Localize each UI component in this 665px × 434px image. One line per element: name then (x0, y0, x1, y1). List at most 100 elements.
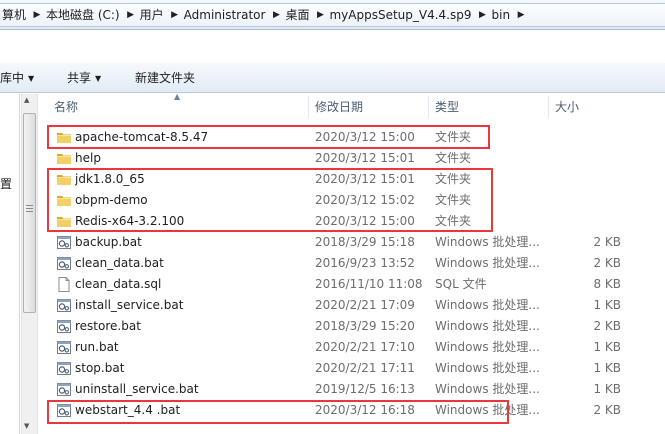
breadcrumb-bin[interactable]: bin (490, 4, 515, 26)
breadcrumb-arrow-icon[interactable]: ▶ (313, 4, 327, 26)
column-header-size[interactable]: 大小 (555, 97, 579, 117)
breadcrumb-users[interactable]: 用户 (138, 4, 168, 26)
scroll-up-icon[interactable]: ▲ (24, 96, 29, 104)
file-modified-date: 2016/9/23 13:52 (315, 256, 415, 270)
file-type: Windows 批处理... (435, 235, 540, 249)
file-row[interactable]: restore.bat 2018/3/29 15:20 Windows 批处理...… (38, 316, 665, 337)
file-name: uninstall_service.bat (75, 382, 199, 396)
file-size: 2 KB (593, 256, 621, 270)
file-row[interactable]: Redis-x64-3.2.100 2020/3/12 15:00 文件夹 (38, 211, 665, 232)
folder-icon (56, 214, 72, 229)
file-type: SQL 文件 (435, 277, 487, 291)
file-size: 1 KB (593, 298, 621, 312)
batch-file-icon (56, 235, 72, 250)
file-modified-date: 2020/3/12 15:01 (315, 151, 415, 165)
column-header-modified[interactable]: 修改日期 (315, 97, 363, 117)
breadcrumb-arrow-icon[interactable]: ▶ (168, 4, 182, 26)
file-modified-date: 2016/11/10 11:08 (315, 277, 423, 291)
breadcrumb-arrow-icon[interactable]: ▶ (124, 4, 138, 26)
sort-ascending-icon: ▲ (174, 92, 181, 101)
file-size (548, 148, 621, 169)
scrollbar-grip-icon (26, 205, 33, 214)
file-modified-date: 2020/3/12 15:00 (315, 214, 415, 228)
breadcrumb-administrator[interactable]: Administrator (182, 4, 270, 26)
file-modified-date: 2020/2/21 17:11 (315, 361, 415, 375)
breadcrumb-computer[interactable]: 算机 (0, 4, 30, 26)
file-name: webstart_4.4 .bat (75, 403, 181, 417)
file-modified-date: 2018/3/29 15:20 (315, 319, 415, 333)
file-name: help (75, 151, 101, 165)
column-divider[interactable] (548, 96, 549, 118)
breadcrumb-setup-folder[interactable]: myAppsSetup_V4.4.sp9 (327, 4, 475, 26)
folder-icon (56, 151, 72, 166)
column-divider[interactable] (428, 96, 429, 118)
file-size: 1 KB (593, 340, 621, 354)
navigation-pane[interactable] (0, 94, 20, 434)
file-size: 8 KB (593, 277, 621, 291)
file-row[interactable]: backup.bat 2018/3/29 15:18 Windows 批处理... 2… (38, 232, 665, 253)
file-modified-date: 2018/3/29 15:18 (315, 235, 415, 249)
file-modified-date: 2019/12/5 16:13 (315, 382, 415, 396)
column-header-name[interactable]: 名称 (54, 97, 78, 117)
batch-file-icon (56, 256, 72, 271)
file-name: run.bat (75, 340, 119, 354)
file-size: 1 KB (593, 382, 621, 396)
file-row[interactable]: run.bat 2020/2/21 17:10 Windows 批处理... 1 KB (38, 337, 665, 358)
include-in-library-button[interactable]: 库中 ▼ (0, 67, 34, 89)
new-folder-button[interactable]: 新建文件夹 (135, 67, 195, 89)
file-name: backup.bat (75, 235, 142, 249)
file-row[interactable]: webstart_4.4 .bat 2020/3/12 16:18 Windows … (38, 400, 665, 421)
breadcrumb-arrow-icon[interactable]: ▶ (514, 4, 528, 26)
file-modified-date: 2020/2/21 17:10 (315, 340, 415, 354)
nav-pane-item[interactable]: 置 (0, 176, 14, 192)
share-button[interactable]: 共享 ▼ (67, 67, 101, 89)
folder-icon (56, 172, 72, 187)
breadcrumb-arrow-icon[interactable]: ▶ (269, 4, 283, 26)
folder-icon (56, 193, 72, 208)
scroll-down-icon[interactable]: ▼ (24, 422, 29, 430)
file-size: 1 KB (593, 361, 621, 375)
file-row[interactable]: jdk1.8.0_65 2020/3/12 15:01 文件夹 (38, 169, 665, 190)
file-name: obpm-demo (75, 193, 148, 207)
breadcrumb-arrow-icon[interactable]: ▶ (476, 4, 490, 26)
file-modified-date: 2020/3/12 15:01 (315, 172, 415, 186)
file-size (548, 127, 621, 148)
file-row[interactable]: clean_data.bat 2016/9/23 13:52 Windows 批处理… (38, 253, 665, 274)
batch-file-icon (56, 382, 72, 397)
file-name: restore.bat (75, 319, 141, 333)
file-name: clean_data.sql (75, 277, 162, 291)
batch-file-icon (56, 340, 72, 355)
file-modified-date: 2020/2/21 17:09 (315, 298, 415, 312)
file-type: Windows 批处理... (435, 256, 540, 270)
file-row[interactable]: obpm-demo 2020/3/12 15:02 文件夹 (38, 190, 665, 211)
column-divider[interactable] (308, 96, 309, 118)
breadcrumb-desktop[interactable]: 桌面 (283, 4, 313, 26)
file-row[interactable]: install_service.bat 2020/2/21 17:09 Window… (38, 295, 665, 316)
breadcrumb-arrow-icon[interactable]: ▶ (30, 4, 44, 26)
batch-file-icon (56, 319, 72, 334)
text-file-icon (56, 277, 72, 292)
file-row[interactable]: uninstall_service.bat 2019/12/5 16:13 Wind… (38, 379, 665, 400)
file-name: apache-tomcat-8.5.47 (75, 130, 209, 144)
batch-file-icon (56, 403, 72, 418)
batch-file-icon (56, 298, 72, 313)
file-row[interactable]: clean_data.sql 2016/11/10 11:08 SQL 文件 8 KB (38, 274, 665, 295)
file-row[interactable]: help 2020/3/12 15:01 文件夹 (38, 148, 665, 169)
file-size: 2 KB (593, 403, 621, 417)
folder-icon (56, 130, 72, 145)
file-name: Redis-x64-3.2.100 (75, 214, 185, 228)
file-modified-date: 2020/3/12 16:18 (315, 403, 415, 417)
new-folder-label: 新建文件夹 (135, 71, 196, 85)
file-type: Windows 批处理... (435, 340, 540, 354)
file-modified-date: 2020/3/12 15:02 (315, 193, 415, 207)
breadcrumb-local-disk[interactable]: 本地磁盘 (C:) (44, 4, 124, 26)
share-label: 共享 (67, 71, 92, 85)
file-size: 2 KB (593, 235, 621, 249)
file-size: 2 KB (593, 319, 621, 333)
breadcrumb[interactable]: 算机 ▶ 本地磁盘 (C:) ▶ 用户 ▶ Administrator ▶ 桌面… (0, 3, 665, 27)
file-row[interactable]: stop.bat 2020/2/21 17:11 Windows 批处理... 1 K… (38, 358, 665, 379)
file-type: 文件夹 (435, 130, 472, 144)
file-row[interactable]: apache-tomcat-8.5.47 2020/3/12 15:00 文件夹 (38, 127, 665, 148)
column-header-type[interactable]: 类型 (435, 97, 459, 117)
file-type: Windows 批处理... (435, 403, 540, 417)
